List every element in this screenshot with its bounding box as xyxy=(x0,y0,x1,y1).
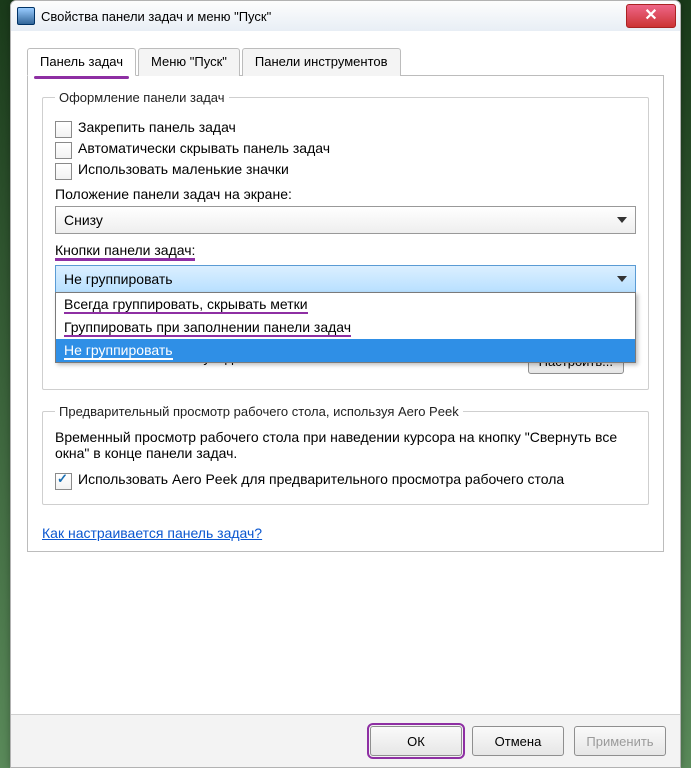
dialog-footer: ОК Отмена Применить xyxy=(11,714,680,767)
checkbox-aero-peek[interactable] xyxy=(55,473,72,490)
group-aero-peek-title: Предварительный просмотр рабочего стола,… xyxy=(55,404,463,419)
checkbox-small-icons[interactable] xyxy=(55,163,72,180)
help-link[interactable]: Как настраивается панель задач? xyxy=(42,525,262,541)
window-title: Свойства панели задач и меню "Пуск" xyxy=(41,9,626,24)
group-taskbar-design: Оформление панели задач Закрепить панель… xyxy=(42,90,649,390)
checkbox-autohide[interactable] xyxy=(55,142,72,159)
label-lock: Закрепить панель задач xyxy=(78,119,636,135)
app-icon xyxy=(17,7,35,25)
label-small-icons: Использовать маленькие значки xyxy=(78,161,636,177)
ok-button[interactable]: ОК xyxy=(370,726,462,756)
combo-position[interactable]: Снизу xyxy=(55,206,636,234)
label-position: Положение панели задач на экране: xyxy=(55,186,636,202)
combo-option-always[interactable]: Всегда группировать, скрывать метки xyxy=(56,293,635,316)
cancel-button[interactable]: Отмена xyxy=(472,726,564,756)
close-button[interactable]: ✕ xyxy=(626,4,676,28)
client-area: Панель задач Меню "Пуск" Панели инструме… xyxy=(11,31,680,767)
aero-description: Временный просмотр рабочего стола при на… xyxy=(55,429,636,461)
dialog-window: Свойства панели задач и меню "Пуск" ✕ Па… xyxy=(10,0,681,768)
checkbox-lock[interactable] xyxy=(55,121,72,138)
label-buttons: Кнопки панели задач: xyxy=(55,242,636,261)
combo-option-when-full[interactable]: Группировать при заполнении панели задач xyxy=(56,316,635,339)
tab-panel: Оформление панели задач Закрепить панель… xyxy=(27,76,664,552)
combo-buttons[interactable]: Не группировать Всегда группировать, скр… xyxy=(55,265,636,293)
title-bar: Свойства панели задач и меню "Пуск" ✕ xyxy=(11,1,680,32)
chevron-down-icon xyxy=(617,217,627,223)
tab-toolbars[interactable]: Панели инструментов xyxy=(242,48,401,76)
group-aero-peek: Предварительный просмотр рабочего стола,… xyxy=(42,404,649,505)
combo-buttons-dropdown: Всегда группировать, скрывать метки Груп… xyxy=(55,292,636,363)
combo-option-never[interactable]: Не группировать xyxy=(56,339,635,362)
label-aero-peek: Использовать Aero Peek для предварительн… xyxy=(78,471,636,487)
tab-taskbar[interactable]: Панель задач xyxy=(27,48,136,76)
label-autohide: Автоматически скрывать панель задач xyxy=(78,140,636,156)
tab-start-menu[interactable]: Меню "Пуск" xyxy=(138,48,240,76)
combo-position-value: Снизу xyxy=(64,212,103,228)
chevron-down-icon xyxy=(617,276,627,282)
group-taskbar-design-title: Оформление панели задач xyxy=(55,90,229,105)
tab-strip: Панель задач Меню "Пуск" Панели инструме… xyxy=(27,47,664,76)
close-icon: ✕ xyxy=(644,8,657,24)
apply-button[interactable]: Применить xyxy=(574,726,666,756)
combo-buttons-value: Не группировать xyxy=(64,271,173,287)
